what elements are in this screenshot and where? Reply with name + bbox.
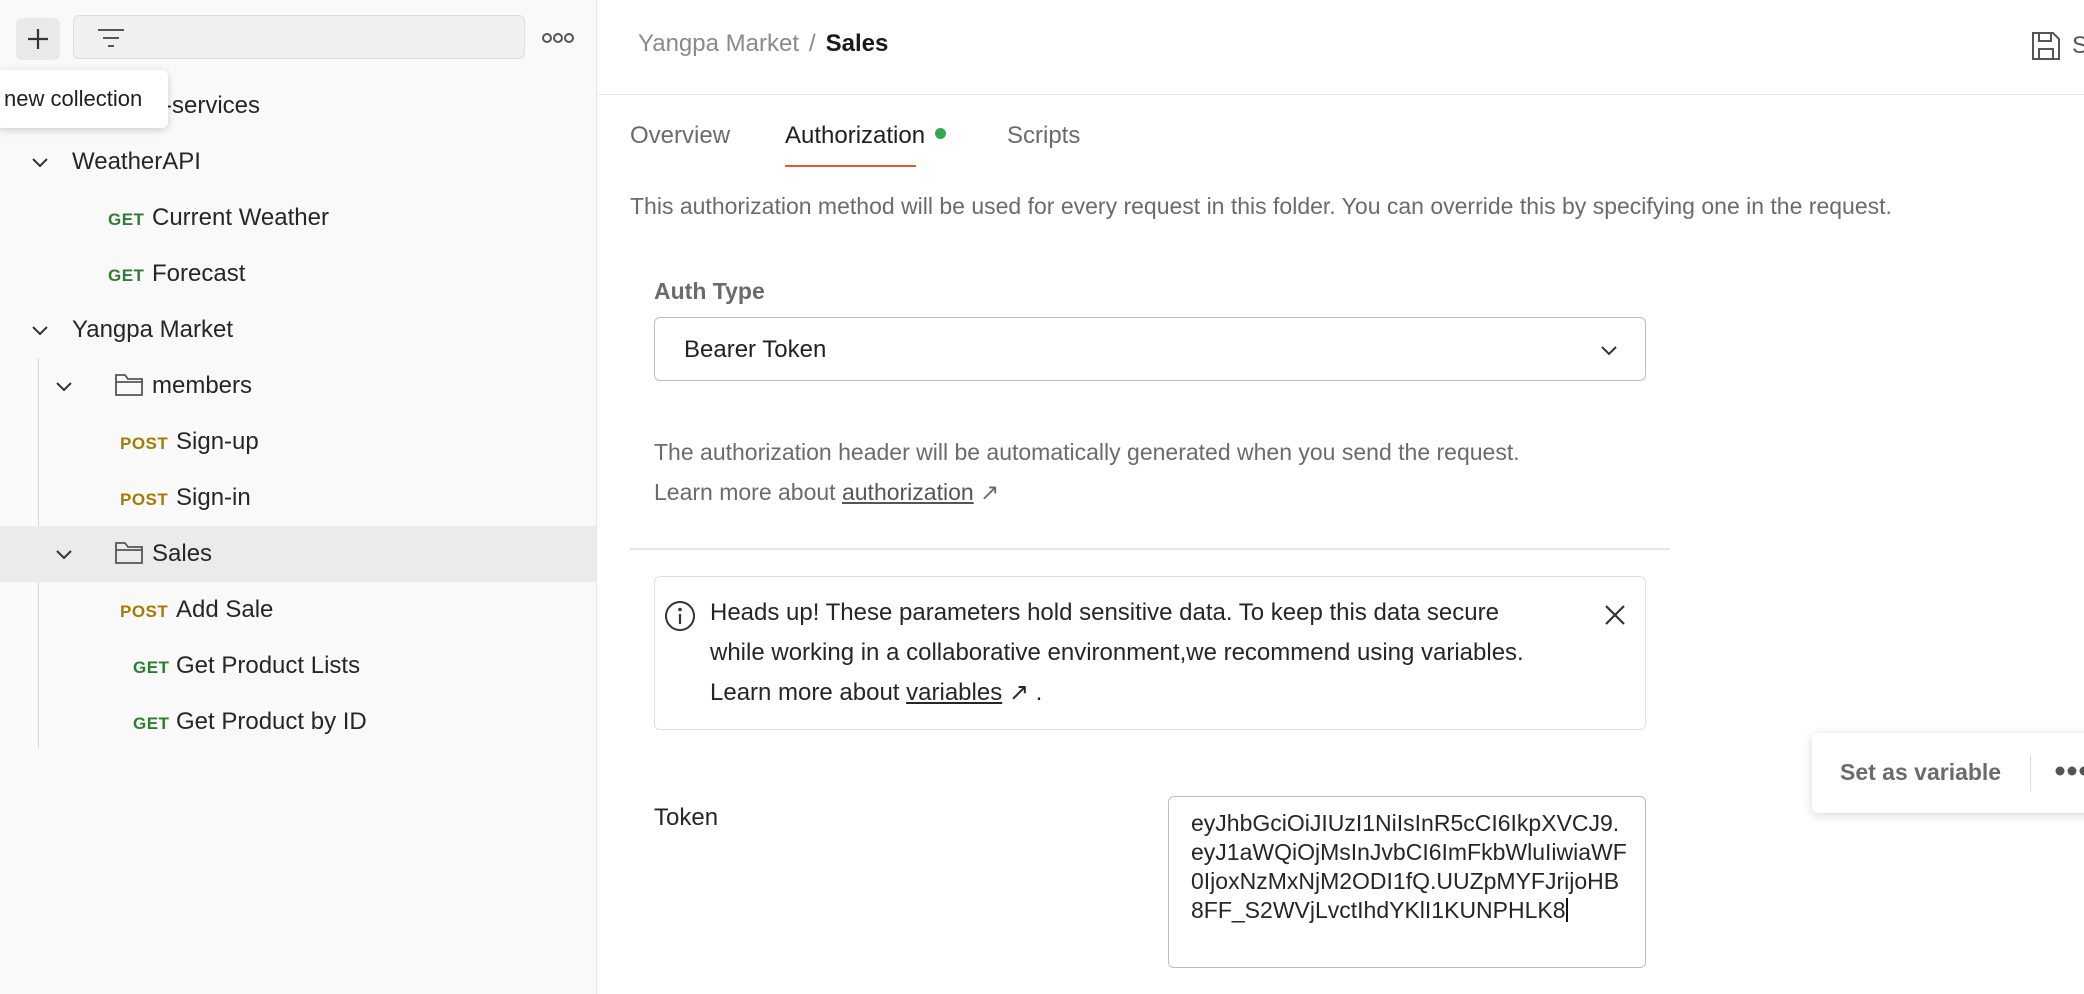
info-prefix: Learn more about [654,479,836,505]
tree-item-label: members [152,372,253,399]
filter-input[interactable] [134,22,508,54]
text-caret [1565,898,1568,922]
info-circle-icon [665,601,695,631]
tree-request-add-sale[interactable]: POST Add Sale [0,582,596,638]
alert-line-2: while working in a collaborative environ… [710,639,1524,666]
method-badge: GET [133,658,170,677]
tree-request-get-product-by-id[interactable]: GET Get Product by ID [0,694,596,750]
tree-collection-weatherapi[interactable]: WeatherAPI [0,134,596,190]
token-input[interactable]: eyJhbGciOiJIUzI1NiIsInR5cCI6IkpXVCJ9.eyJ… [1168,796,1646,968]
alert-suffix: . [1035,679,1043,706]
new-collection-button[interactable] [16,18,60,60]
breadcrumb-parent[interactable]: Yangpa Market [638,30,799,57]
tab-authorization-label: Authorization [785,122,926,149]
save-button[interactable]: S [2030,28,2084,64]
alert-text: Heads up! These parameters hold sensitiv… [710,593,1590,713]
set-as-variable-popover: Set as variable [1812,733,2084,813]
method-badge: POST [120,434,169,453]
more-horizontal-icon[interactable] [540,26,576,50]
tree-item-label: Sign-up [176,428,259,455]
method-badge: GET [133,714,170,733]
tree-item-label: -services [164,92,261,119]
auth-type-value: Bearer Token [684,336,827,363]
main-panel: Yangpa Market / Sales S Overview Authoriza… [598,0,2084,994]
tree-item-label: WeatherAPI [72,148,201,175]
chevron-down-icon[interactable] [54,376,74,396]
tree-folder-sales[interactable]: Sales [0,526,596,582]
popover-separator [2030,755,2031,791]
chevron-down-icon[interactable] [30,320,50,340]
tree-request-forecast[interactable]: GET Forecast [0,246,596,302]
variables-link[interactable]: variables [906,679,1002,706]
method-badge: POST [120,602,169,621]
tree-request-sign-up[interactable]: POST Sign-up [0,414,596,470]
close-icon[interactable] [1603,603,1627,627]
authorization-info: The authorization header will be automat… [654,432,1520,512]
token-label: Token [654,804,719,831]
new-collection-tooltip: new collection [0,70,168,128]
more-horizontal-icon[interactable] [2054,763,2084,779]
sidebar: new collection -services WeatherAPI GET … [0,0,597,994]
tree-item-label: Forecast [152,260,246,287]
status-dot [935,128,947,139]
chevron-down-icon[interactable] [54,544,74,564]
tree-request-get-product-lists[interactable]: GET Get Product Lists [0,638,596,694]
tree-item-label: Add Sale [176,596,274,623]
tab-authorization[interactable]: Authorization [785,122,947,150]
tree-item-label: Get Product by ID [176,708,367,735]
folder-icon [115,542,143,564]
set-as-variable-button[interactable]: Set as variable [1840,759,2001,786]
header-divider [598,94,2084,95]
info-line-2: Learn more about authorization ↗ [654,472,1520,512]
breadcrumb-current: Sales [825,30,889,57]
method-badge: GET [108,266,145,285]
tree-item-label: Sales [152,540,213,567]
active-tab-underline [785,165,916,167]
filter-icon [98,29,124,47]
section-divider [630,548,1670,550]
tab-scripts[interactable]: Scripts [1007,122,1080,150]
alert-prefix: Learn more about [710,679,900,706]
folder-icon [115,374,143,396]
breadcrumb-separator: / [808,30,816,57]
alert-line-3: Learn more about variables ↗ . [710,673,1590,713]
auth-type-label: Auth Type [654,278,765,304]
breadcrumb: Yangpa Market / Sales [638,30,888,58]
info-line-1: The authorization header will be automat… [654,439,1520,465]
tree-item-label: Sign-in [176,484,251,511]
plus-icon [28,29,48,49]
authorization-link[interactable]: authorization [842,479,974,505]
tree-request-sign-in[interactable]: POST Sign-in [0,470,596,526]
chevron-down-icon[interactable] [30,152,50,172]
tree-item-label: Yangpa Market [72,316,233,343]
external-link-icon: ↗ [980,479,1000,505]
external-link-icon: ↗ [1008,679,1029,706]
method-badge: POST [120,490,169,509]
tree-request-current-weather[interactable]: GET Current Weather [0,190,596,246]
token-value: eyJhbGciOiJIUzI1NiIsInR5cCI6IkpXVCJ9.eyJ… [1191,810,1627,923]
alert-line-1: Heads up! These parameters hold sensitiv… [710,599,1499,626]
chevron-down-icon [1601,346,1617,356]
tree-collection-yangpa-market[interactable]: Yangpa Market [0,302,596,358]
auth-type-select[interactable]: Bearer Token [654,317,1646,381]
tree-item-label: Current Weather [152,204,329,231]
sensitive-data-alert: Heads up! These parameters hold sensitiv… [654,576,1646,730]
save-icon [2032,32,2060,60]
save-label: S [2072,32,2084,59]
tree-folder-members[interactable]: members [0,358,596,414]
tab-overview[interactable]: Overview [630,122,730,150]
authorization-description: This authorization method will be used f… [630,193,1892,219]
filter-field[interactable] [73,15,525,59]
method-badge: GET [108,210,145,229]
tree-item-label: Get Product Lists [176,652,361,679]
